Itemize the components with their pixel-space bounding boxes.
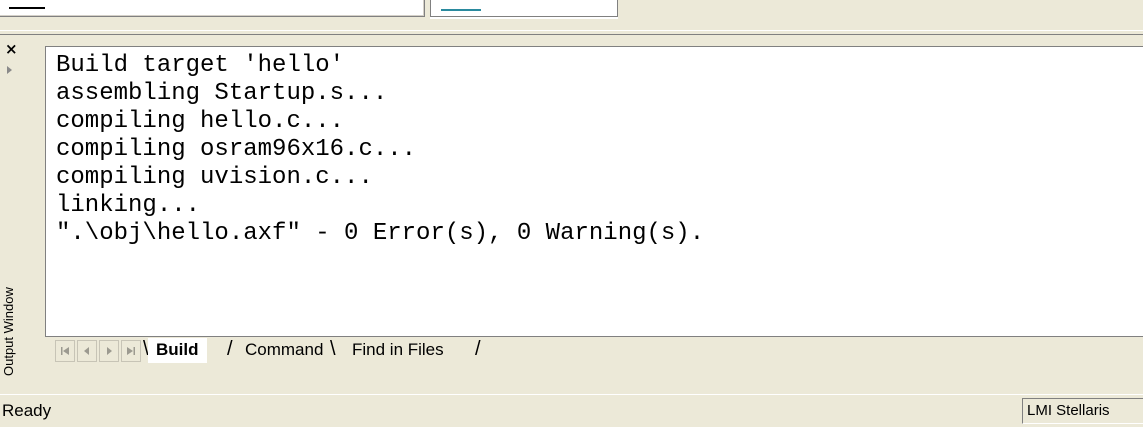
output-window-title: Output Window <box>1 287 16 376</box>
next-tab-button[interactable] <box>99 340 119 362</box>
output-line: Build target 'hello' <box>56 52 345 79</box>
upper-left-pane <box>0 0 425 17</box>
status-bar: Ready LMI Stellaris <box>0 394 1143 427</box>
first-tab-button[interactable] <box>55 340 75 362</box>
upper-right-pane-line <box>441 9 481 11</box>
previous-tab-button[interactable] <box>77 340 97 362</box>
output-line: compiling hello.c... <box>56 108 345 135</box>
tab-divider: / <box>227 338 233 360</box>
pane-splitter[interactable] <box>0 30 1143 35</box>
top-area <box>0 0 1143 35</box>
output-text-area[interactable]: Build target 'hello' assembling Startup.… <box>45 46 1143 346</box>
close-icon[interactable]: × <box>5 42 18 57</box>
tab-divider: \ <box>330 338 336 360</box>
output-log: Build target 'hello' assembling Startup.… <box>46 47 1143 248</box>
output-window: × Output Window Build target 'hello' ass… <box>0 36 1143 392</box>
status-target-panel: LMI Stellaris <box>1022 398 1143 424</box>
last-tab-button[interactable] <box>121 340 141 362</box>
output-line: compiling uvision.c... <box>56 164 373 191</box>
upper-right-pane <box>430 0 618 17</box>
status-message: Ready <box>2 401 52 420</box>
last-arrow-icon <box>127 347 135 355</box>
tab-find-in-files[interactable]: Find in Files <box>352 338 444 363</box>
output-line: compiling osram96x16.c... <box>56 136 417 163</box>
pin-arrow-icon[interactable] <box>7 66 12 74</box>
output-window-gripper[interactable]: × Output Window <box>0 36 18 392</box>
first-arrow-icon <box>61 347 69 355</box>
output-tab-bar: \ Build / Command \ Find in Files / <box>45 336 1143 369</box>
tab-divider: / <box>475 338 481 360</box>
output-line: assembling Startup.s... <box>56 80 388 107</box>
right-arrow-icon <box>107 347 112 355</box>
output-line: linking... <box>56 192 201 219</box>
tab-build[interactable]: Build <box>148 338 207 363</box>
tab-command[interactable]: Command <box>245 338 323 363</box>
upper-left-pane-line <box>9 7 45 9</box>
left-arrow-icon <box>84 347 89 355</box>
output-line: ".\obj\hello.axf" - 0 Error(s), 0 Warnin… <box>56 220 705 247</box>
